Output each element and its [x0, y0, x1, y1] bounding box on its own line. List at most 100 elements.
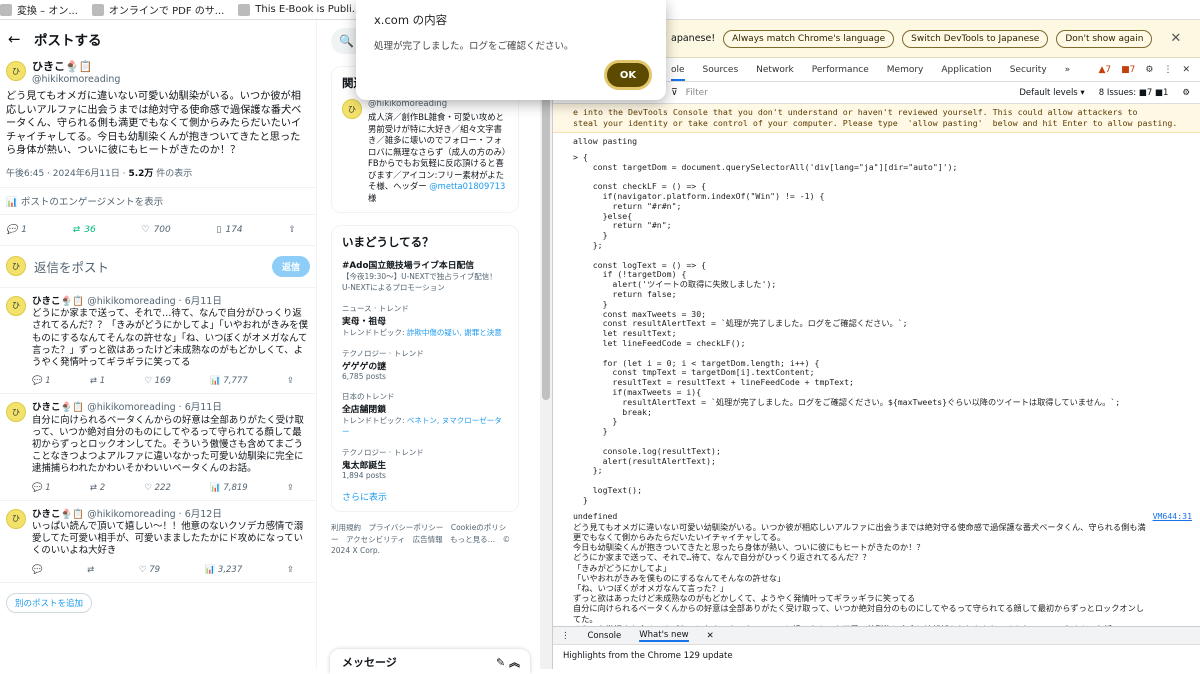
share-button[interactable]: ⇪ [287, 482, 294, 494]
share-button[interactable]: ⇪ [287, 375, 294, 387]
footer-links[interactable]: 利用規約 プライバシーポリシー Cookieのポリシー アクセシビリティ 広告情… [331, 522, 511, 557]
reply-button[interactable]: 💬 1 [32, 375, 51, 387]
reply-tweet[interactable]: ひひきこ🍨📋 @hikikomoreading · 6月11日 自分に向けられるベ… [0, 394, 316, 501]
avatar[interactable]: ひ [6, 61, 26, 81]
tab-console[interactable]: ole [671, 65, 685, 81]
more-tabs-button[interactable]: » [1065, 65, 1071, 75]
tweet-text: どうにか家まで送って、それで…待て、なんで自分がひっくり返されてるんだ？？「きみ… [32, 308, 308, 368]
ok-button[interactable]: OK [604, 60, 652, 90]
trend-item[interactable]: テクノロジー · トレンド 鬼太郎誕生 1,894 posts [342, 447, 508, 480]
views-button[interactable]: 📊 7,777 [210, 375, 248, 387]
trend-category: ニュース · トレンド [342, 304, 409, 313]
compose-icon[interactable]: ✎ ︽ [496, 654, 520, 670]
devtools-drawer: ⋮ Console What's new ✕ Highlights from the … [553, 626, 1200, 669]
reply-submit-button[interactable]: 返信 [271, 255, 310, 277]
switch-language-button[interactable]: Switch DevTools to Japanese [902, 29, 1049, 48]
tab-network[interactable]: Network [756, 65, 794, 75]
bio-end: 様 [368, 192, 377, 203]
retweet-button[interactable]: ⇄ 36 [73, 225, 96, 235]
bookmark-item[interactable]: オンラインで PDF のサ... [91, 2, 224, 17]
trend-title: 鬼太郎誕生 [342, 461, 386, 471]
scroll-thumb[interactable] [542, 50, 550, 400]
related-avatar[interactable]: ひ [342, 99, 362, 119]
bookmark-favicon-icon [238, 3, 251, 16]
share-button[interactable]: ⇪ [287, 564, 294, 576]
like-button[interactable]: ♡ 79 [139, 564, 160, 576]
avatar[interactable]: ひ [6, 295, 26, 316]
trend-item[interactable]: ニュース · トレンド 実母・祖母 トレンドトピック: 詐欺中傷の疑い, 謝罪と決意 [342, 303, 508, 338]
add-post-button[interactable]: 別のポストを追加 [6, 592, 93, 613]
retweet-button[interactable]: ⇄ 2 [90, 482, 105, 494]
related-handle[interactable]: @hikikomoreading [368, 99, 508, 109]
tab-memory[interactable]: Memory [887, 65, 924, 75]
dont-show-again-button[interactable]: Don't show again [1056, 29, 1153, 48]
author-row[interactable]: ひひきこ🍨📋 @hikikomoreading [0, 58, 316, 85]
dialog-title: x.com の内容 [374, 13, 448, 27]
tweet-author[interactable]: ひきこ🍨📋 [32, 296, 84, 307]
tweet-time[interactable]: 午後6:45 · 2024年6月11日 · [6, 169, 128, 179]
error-count[interactable]: ■7 [1121, 65, 1135, 75]
reply-button[interactable]: 💬 1 [6, 225, 27, 235]
tweet-actions: 💬 1 ⇄ 36 ♡ 700 ▯ 174 ⇪ [0, 215, 316, 245]
page-scrollbar[interactable] [540, 20, 552, 669]
tweet-column: ← ポストする ひひきこ🍨📋 @hikikomoreading どう見てもオメガに違… [0, 20, 317, 669]
show-more-link[interactable]: さらに表示 [342, 490, 508, 503]
close-devtools-icon[interactable]: ✕ [1182, 65, 1190, 75]
gear-icon[interactable]: ⚙ [1145, 65, 1153, 75]
back-arrow-icon[interactable]: ← [8, 30, 34, 48]
source-link[interactable]: VM644:31 [1153, 511, 1192, 521]
tab-performance[interactable]: Performance [812, 65, 869, 75]
always-match-button[interactable]: Always match Chrome's language [723, 29, 895, 48]
warning-count[interactable]: ▲7 [1098, 65, 1111, 75]
alert-dialog: x.com の内容 処理が完了しました。ログをご確認ください。 OK [356, 0, 666, 100]
filter-input[interactable]: Filter [686, 88, 708, 98]
drawer-tab-whats-new[interactable]: What's new [639, 630, 689, 642]
levels-dropdown[interactable]: Default levels ▾ [1019, 88, 1084, 98]
drawer-menu-icon[interactable]: ⋮ [561, 631, 570, 641]
bookmark-button[interactable]: ▯ 174 [217, 225, 243, 235]
author-handle: @hikikomoreading [32, 73, 121, 85]
tab-application[interactable]: Application [941, 65, 991, 75]
kebab-icon[interactable]: ⋮ [1163, 65, 1172, 75]
drawer-close-icon[interactable]: ✕ [707, 631, 714, 641]
tweet-meta: 午後6:45 · 2024年6月11日 · 5.2万 件の表示 [0, 158, 316, 187]
tweet-actions: 💬 1 ⇄ 2 ♡ 222 📊 7,819 ⇪ [32, 476, 310, 500]
retweet-count: 1 [99, 376, 106, 387]
issues-count[interactable]: 8 Issues: ■7 ■1 [1099, 88, 1169, 98]
engagement-link[interactable]: 📊 ポストのエンゲージメントを表示 [0, 186, 316, 215]
trend-sub-text: 【今夜19:30〜】U-NEXTで独占ライブ配信！ [342, 272, 497, 281]
trend-sub: トレンドトピック: 詐欺中傷の疑い, 謝罪と決意 [342, 327, 508, 338]
reply-tweet[interactable]: ひひきこ🍨📋 @hikikomoreading · 6月12日 いっぱい読んで頂い… [0, 501, 316, 583]
like-button[interactable]: ♡ 700 [141, 225, 170, 235]
reply-button[interactable]: 💬 1 [32, 482, 51, 494]
views-button[interactable]: 📊 7,819 [210, 482, 248, 494]
views-button[interactable]: 📊 3,237 [205, 564, 243, 576]
tab-security[interactable]: Security [1010, 65, 1047, 75]
settings-icon[interactable]: ⚙ [1182, 88, 1190, 98]
share-button[interactable]: ⇪ [288, 225, 296, 235]
trend-item[interactable]: #Ado国立競技場ライブ本日配信 【今夜19:30〜】U-NEXTで独占ライブ配信… [342, 258, 508, 293]
avatar[interactable]: ひ [6, 402, 26, 423]
tweet-text: 自分に向けられるベータくんからの好意は全部ありがたく受け取って、いつか絶対自分の… [32, 414, 304, 475]
messages-drawer[interactable]: メッセージ ✎ ︽ [330, 649, 530, 674]
drawer-tab-console[interactable]: Console [588, 631, 622, 641]
reply-button[interactable]: 💬 [32, 564, 43, 576]
tweet-author[interactable]: ひきこ🍨📋 [32, 402, 84, 413]
tab-sources[interactable]: Sources [703, 65, 739, 75]
trend-item[interactable]: 日本のトレンド 全店舗閉鎖 トレンドトピック: ベネトン, ヌマクローゼーター [342, 391, 508, 437]
reply-tweet[interactable]: ひひきこ🍨📋 @hikikomoreading · 6月11日 どうにか家まで送っ… [0, 288, 316, 395]
like-button[interactable]: ♡ 222 [144, 482, 171, 494]
bookmark-item[interactable]: 変換 – オン... [0, 2, 78, 17]
retweet-button[interactable]: ⇄ 1 [90, 375, 105, 387]
avatar[interactable]: ひ [6, 508, 26, 529]
retweet-button[interactable]: ⇄ [87, 564, 94, 576]
tweet-author[interactable]: ひきこ🍨📋 [32, 509, 84, 520]
reply-input[interactable]: 返信をポスト [34, 257, 264, 276]
like-button[interactable]: ♡ 169 [144, 375, 171, 387]
trend-topic-link[interactable]: 詐欺中傷の疑い, 謝罪と決意 [407, 328, 502, 337]
bookmark-count: 174 [225, 224, 243, 235]
bookmark-item[interactable]: This E-Book is Publi... [238, 3, 361, 16]
close-icon[interactable]: ✕ [1170, 31, 1181, 46]
bio-link[interactable]: @metta01809713 [429, 181, 505, 191]
trend-item[interactable]: テクノロジー · トレンド ゲゲゲの謎 6,785 posts [342, 348, 508, 381]
